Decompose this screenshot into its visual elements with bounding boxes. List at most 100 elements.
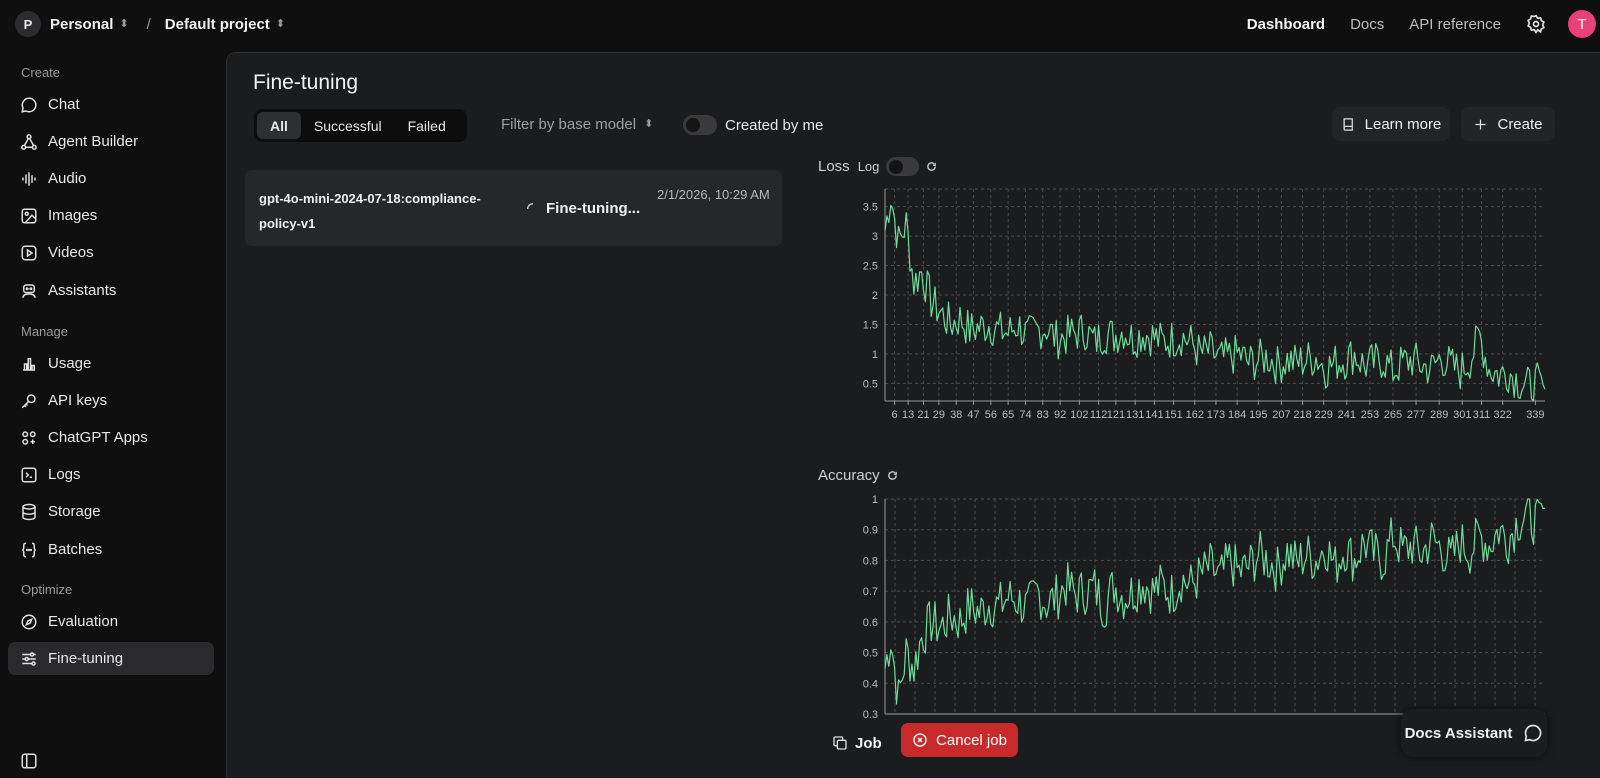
reset-zoom-icon[interactable]: [887, 470, 898, 481]
x-tick-label: 229: [1315, 409, 1333, 421]
book-icon: [1343, 117, 1353, 131]
tab-successful[interactable]: Successful: [301, 112, 395, 139]
key-icon: [21, 393, 36, 408]
chat-bubble-icon: [1524, 724, 1542, 742]
job-list-item[interactable]: gpt-4o-mini-2024-07-18:compliance-policy…: [245, 170, 782, 246]
x-tick-label: 277: [1407, 409, 1425, 421]
sidebar-item-usage[interactable]: Usage: [8, 347, 214, 380]
created-by-me-toggle[interactable]: [683, 115, 717, 135]
job-name: gpt-4o-mini-2024-07-18:compliance-policy…: [259, 191, 481, 231]
y-tick-label: 1: [872, 349, 878, 361]
learn-more-button[interactable]: Learn more: [1332, 107, 1450, 141]
sidebar-item-label: API keys: [48, 392, 108, 409]
user-avatar[interactable]: T: [1568, 10, 1596, 38]
gear-icon[interactable]: [1526, 14, 1546, 34]
robot-icon: [22, 283, 36, 298]
sliders-icon: [22, 651, 36, 666]
updown-chevron-icon: ⬍: [119, 17, 129, 30]
project-switcher[interactable]: Default project ⬍: [165, 16, 285, 33]
job-status: Fine-tuning...: [525, 200, 640, 217]
tab-all[interactable]: All: [257, 112, 301, 139]
org-name: Personal: [50, 15, 114, 33]
cancel-circle-icon: [913, 733, 927, 747]
project-name: Default project: [164, 15, 270, 33]
sidebar-item-label: Logs: [48, 466, 81, 483]
sidebar-item-label: ChatGPT Apps: [48, 429, 148, 446]
learn-more-label: Learn more: [1364, 115, 1442, 133]
base-model-filter[interactable]: Filter by base model ⬍: [501, 116, 653, 133]
sidebar-item-audio[interactable]: Audio: [8, 162, 214, 195]
sidebar-item-chatgpt-apps[interactable]: ChatGPT Apps: [8, 421, 214, 454]
top-bar: P Personal ⬍ / Default project ⬍ Dashboa…: [0, 0, 1600, 48]
created-by-me-label: Created by me: [725, 116, 824, 134]
x-tick-label: 29: [933, 409, 945, 421]
sidebar-item-agent-builder[interactable]: Agent Builder: [8, 125, 214, 158]
sidebar-item-batches[interactable]: Batches: [8, 533, 214, 566]
sidebar-item-storage[interactable]: Storage: [8, 495, 214, 528]
tab-failed[interactable]: Failed: [395, 112, 459, 139]
x-tick-label: 6: [892, 409, 898, 421]
x-tick-label: 241: [1338, 409, 1356, 421]
x-tick-label: 38: [950, 409, 962, 421]
y-tick-label: 3.5: [863, 202, 878, 214]
compass-icon: [21, 614, 37, 629]
cancel-job-button[interactable]: Cancel job: [901, 723, 1018, 757]
accuracy-chart[interactable]: 0.3 0.4 0.5 0.6 0.7 0.8 0.9 1: [823, 493, 1548, 718]
sidebar-item-logs[interactable]: Logs: [8, 458, 214, 491]
sidebar-item-assistants[interactable]: Assistants: [8, 274, 214, 307]
loss-chart[interactable]: 0.511.522.533.56 13 21 29 38 47 56 65 74 83 92 102 1…: [823, 183, 1548, 423]
nav-api-reference[interactable]: API reference: [1409, 16, 1501, 33]
y-tick-label: 2: [872, 290, 878, 302]
spinner-icon: [527, 202, 534, 209]
terminal-icon: [21, 467, 37, 482]
section-label-create: Create: [21, 65, 61, 80]
sidebar-item-api-keys[interactable]: API keys: [8, 384, 214, 417]
log-label: Log: [857, 159, 880, 174]
y-tick-label: 0.6: [863, 617, 878, 629]
x-tick-label: 184: [1228, 409, 1246, 421]
y-tick-label: 0.7: [863, 586, 878, 598]
x-tick-label: 322: [1493, 409, 1511, 421]
loss-label: Loss: [818, 158, 850, 175]
job-details-button[interactable]: Job: [832, 727, 882, 759]
copy-icon: [833, 736, 847, 750]
log-scale-toggle[interactable]: [886, 157, 920, 176]
sidebar-item-images[interactable]: Images: [8, 199, 214, 232]
y-tick-label: 0.9: [863, 525, 878, 537]
create-button[interactable]: Create: [1461, 107, 1555, 141]
x-tick-label: 265: [1384, 409, 1402, 421]
sidebar-item-videos[interactable]: Videos: [8, 236, 214, 269]
plus-icon: [1475, 119, 1486, 129]
created-by-me-filter: Created by me: [683, 115, 823, 135]
x-tick-label: 339: [1526, 409, 1544, 421]
sidebar-item-chat[interactable]: Chat: [8, 88, 214, 121]
image-icon: [21, 208, 37, 223]
sidebar-collapse-icon[interactable]: [20, 752, 38, 770]
y-tick-label: 1.5: [863, 319, 878, 331]
sidebar-item-evaluation[interactable]: Evaluation: [8, 605, 214, 638]
database-icon: [22, 503, 36, 520]
docs-assistant-button[interactable]: Docs Assistant: [1401, 709, 1547, 757]
x-tick-label: 311: [1473, 409, 1491, 421]
sidebar-item-label: Storage: [48, 503, 101, 520]
sidebar-item-label: Batches: [48, 541, 103, 558]
job-button-label: Job: [855, 734, 882, 752]
y-tick-label: 0.4: [863, 678, 878, 690]
sidebar-item-fine-tuning[interactable]: Fine-tuning: [8, 642, 214, 675]
y-tick-label: 0.5: [863, 378, 878, 390]
main-panel: Fine-tuning All Successful Failed Filter…: [226, 52, 1600, 778]
updown-chevron-icon: ⬍: [275, 17, 285, 30]
page-title: Fine-tuning: [253, 71, 359, 94]
docs-assistant-label: Docs Assistant: [1404, 724, 1513, 742]
x-tick-label: 301: [1453, 409, 1471, 421]
reset-zoom-icon[interactable]: [926, 161, 937, 172]
sidebar-item-label: Audio: [48, 170, 87, 187]
y-tick-label: 0.5: [863, 648, 878, 660]
nav-docs[interactable]: Docs: [1350, 16, 1384, 33]
x-tick-label: 47: [967, 409, 979, 421]
nav-dashboard[interactable]: Dashboard: [1247, 16, 1325, 33]
create-label: Create: [1497, 115, 1543, 133]
org-switcher[interactable]: P Personal ⬍: [15, 11, 129, 37]
x-tick-label: 173: [1207, 409, 1225, 421]
breadcrumb-separator: /: [146, 15, 151, 33]
